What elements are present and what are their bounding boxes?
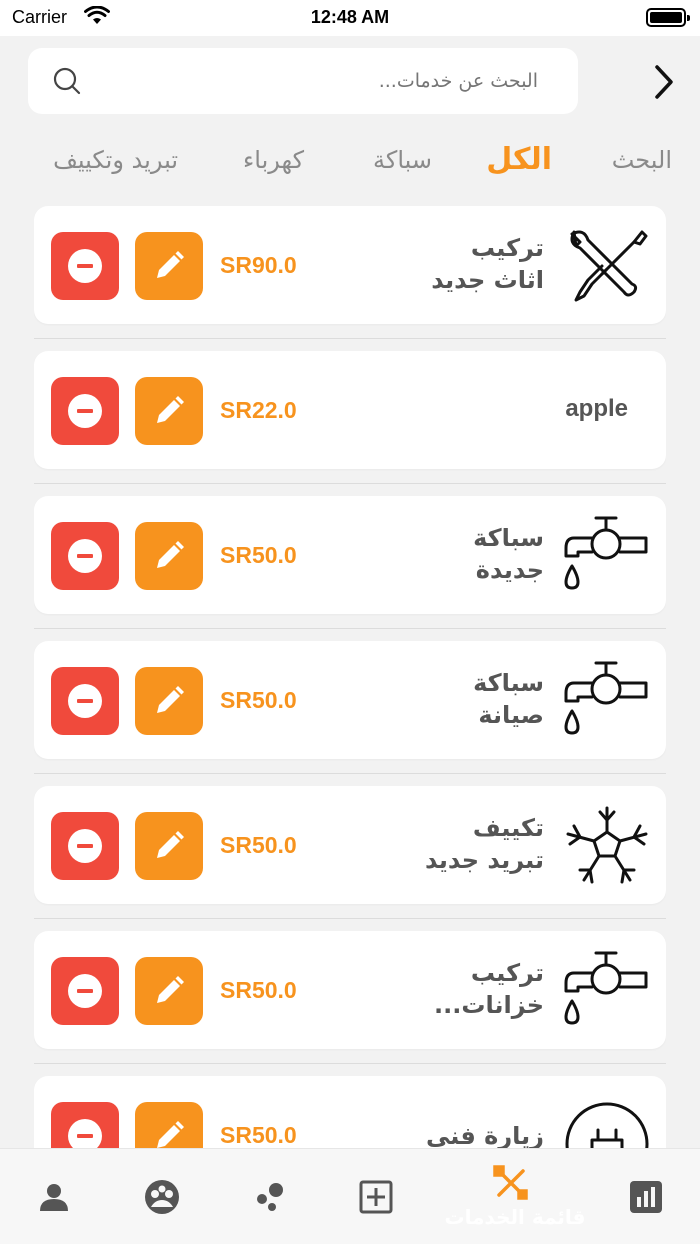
- service-card[interactable]: SR90.0 تركيب اثاث جديد: [34, 206, 666, 324]
- snowflake-icon: [566, 806, 648, 884]
- battery-icon: [646, 8, 690, 27]
- edit-button[interactable]: [135, 522, 203, 590]
- minus-circle-icon: [68, 684, 102, 718]
- faucet-icon: [564, 951, 648, 1025]
- service-name: تركيب اثاث جديد: [431, 234, 544, 294]
- pencil-icon: [157, 1121, 184, 1148]
- delete-button[interactable]: [51, 667, 119, 735]
- minus-circle-icon: [68, 829, 102, 863]
- service-card[interactable]: SR50.0 سباكة جديدة: [34, 496, 666, 614]
- service-name: سباكة جديدة: [473, 524, 544, 584]
- tab-electricity[interactable]: كهرباء: [243, 146, 304, 174]
- delete-button[interactable]: [51, 1102, 119, 1150]
- delete-button[interactable]: [51, 812, 119, 880]
- edit-button[interactable]: [135, 957, 203, 1025]
- tab-search[interactable]: البحث: [612, 146, 672, 174]
- status-bar: Carrier 12:48 AM: [0, 0, 700, 36]
- faucet-icon: [564, 516, 648, 590]
- divider: [34, 918, 666, 919]
- status-time: 12:48 AM: [310, 7, 390, 27]
- edit-button[interactable]: [135, 667, 203, 735]
- tab-cooling[interactable]: تبريد وتكييف: [53, 146, 178, 174]
- service-name: تكييف تبريد جديد: [424, 814, 544, 874]
- service-price: SR22.0: [220, 397, 297, 423]
- back-chevron-icon[interactable]: [648, 62, 678, 102]
- service-card[interactable]: SR22.0 apple: [34, 351, 666, 469]
- edit-button[interactable]: [135, 1102, 203, 1150]
- services-list: SR90.0 تركيب اثاث جديد SR22.0 apple SR50.…: [34, 206, 666, 1150]
- edit-button[interactable]: [135, 377, 203, 445]
- faucet-icon: [564, 661, 648, 735]
- service-name: سباكة صيانة: [473, 669, 544, 729]
- pencil-icon: [157, 686, 184, 713]
- services-list-icon[interactable]: [491, 1163, 531, 1203]
- delete-button[interactable]: [51, 957, 119, 1025]
- pencil-icon: [157, 976, 184, 1003]
- divider: [34, 338, 666, 339]
- service-card[interactable]: SR50.0 زيارة فني: [34, 1076, 666, 1150]
- pencil-icon: [157, 831, 184, 858]
- minus-circle-icon: [68, 249, 102, 283]
- edit-button[interactable]: [135, 232, 203, 300]
- stats-icon[interactable]: [626, 1177, 666, 1217]
- bottom-nav: قائمة الخدمات: [0, 1148, 700, 1244]
- search-bar: [28, 48, 578, 114]
- minus-circle-icon: [68, 394, 102, 428]
- group-icon[interactable]: [142, 1177, 182, 1217]
- pencil-icon: [157, 251, 184, 278]
- service-name: تركيب خزانات...: [434, 959, 544, 1019]
- delete-button[interactable]: [51, 522, 119, 590]
- minus-circle-icon: [68, 539, 102, 573]
- tab-all[interactable]: الكل: [486, 142, 552, 177]
- pencil-icon: [157, 396, 184, 423]
- nav-services-label[interactable]: قائمة الخدمات: [440, 1205, 590, 1229]
- add-square-icon[interactable]: [356, 1177, 396, 1217]
- delete-button[interactable]: [51, 377, 119, 445]
- divider: [34, 628, 666, 629]
- search-input[interactable]: [128, 66, 538, 96]
- pencil-icon: [157, 541, 184, 568]
- service-card[interactable]: SR50.0 تكييف تبريد جديد: [34, 786, 666, 904]
- bubbles-icon[interactable]: [250, 1177, 290, 1217]
- category-tabs: البحث الكل سباكة كهرباء تبريد وتكييف: [0, 142, 700, 190]
- service-card[interactable]: SR50.0 تركيب خزانات...: [34, 931, 666, 1049]
- minus-circle-icon: [68, 1119, 102, 1150]
- service-name: apple: [565, 395, 628, 422]
- divider: [34, 1063, 666, 1064]
- divider: [34, 483, 666, 484]
- edit-button[interactable]: [135, 812, 203, 880]
- tools-icon: [570, 230, 648, 302]
- minus-circle-icon: [68, 974, 102, 1008]
- plug-icon: [565, 1102, 649, 1150]
- profile-icon[interactable]: [34, 1177, 74, 1217]
- delete-button[interactable]: [51, 232, 119, 300]
- search-icon[interactable]: [52, 66, 82, 96]
- divider: [34, 773, 666, 774]
- service-card[interactable]: SR50.0 سباكة صيانة: [34, 641, 666, 759]
- service-name: زيارة فني: [426, 1122, 544, 1150]
- tab-plumbing[interactable]: سباكة: [373, 146, 432, 174]
